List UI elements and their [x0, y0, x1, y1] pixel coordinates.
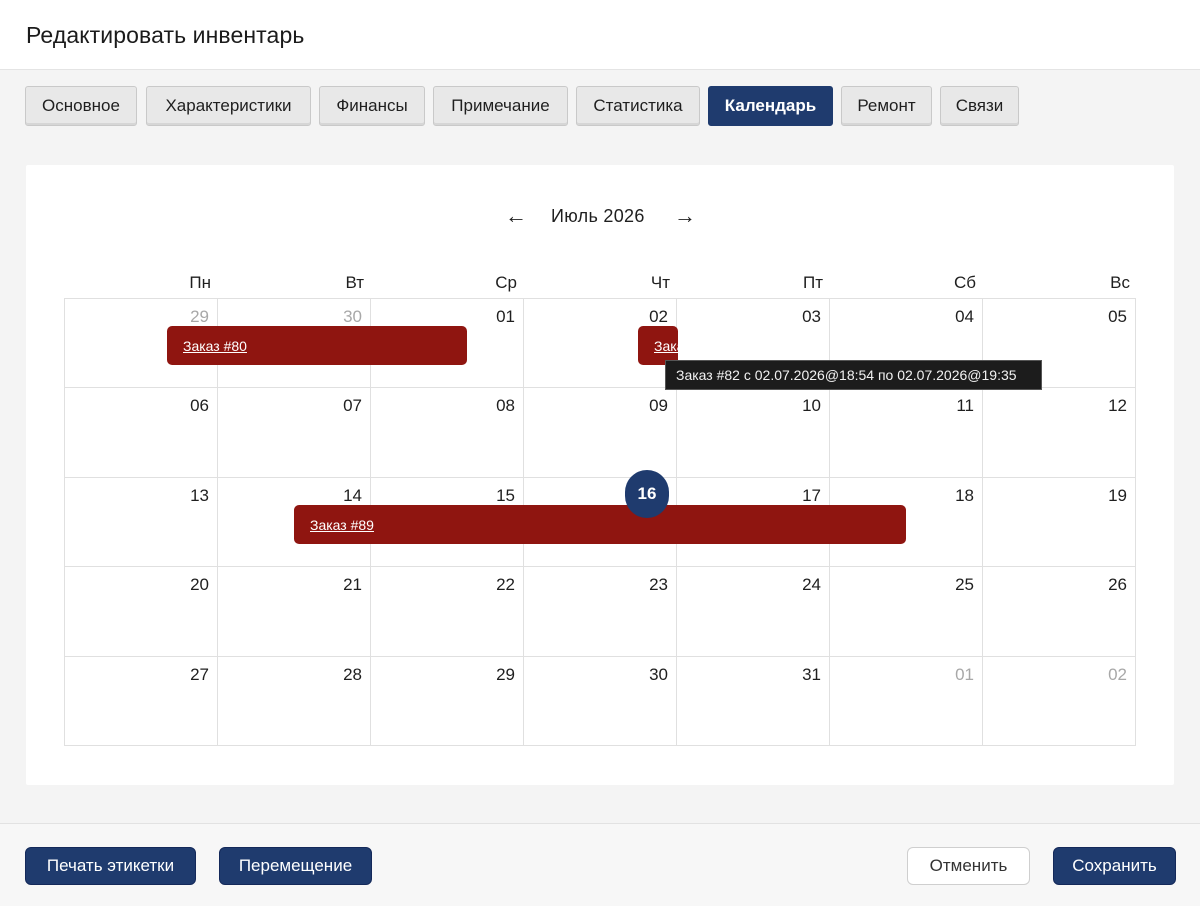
day-number: 17 — [802, 485, 821, 505]
calendar-day-cell[interactable]: 24 — [677, 567, 830, 657]
month-label: Июль 2026 — [551, 206, 645, 226]
tab-calendar[interactable]: Календарь — [708, 86, 833, 126]
day-number: 09 — [649, 396, 668, 416]
day-number: 22 — [496, 575, 515, 595]
tab-basic[interactable]: Основное — [25, 86, 137, 126]
calendar-day-cell[interactable]: 13 — [65, 477, 218, 568]
weekday-label: Сб — [953, 273, 976, 292]
calendar-day-cell[interactable]: 01 — [830, 656, 983, 746]
day-number: 18 — [955, 485, 974, 505]
day-number: 03 — [802, 307, 821, 326]
calendar-day-cell[interactable]: 23 — [524, 567, 677, 657]
day-number: 07 — [343, 396, 362, 416]
calendar-day-cell[interactable]: 31 — [677, 656, 830, 746]
day-number: 30 — [343, 307, 362, 326]
calendar-day-cell[interactable]: 26 — [983, 567, 1136, 657]
calendar-day-cell[interactable]: 19 — [983, 477, 1136, 568]
day-number: 24 — [802, 575, 821, 595]
weekday-label: Пт — [802, 273, 823, 292]
weekday-label: Вт — [345, 273, 364, 292]
calendar-day-cell[interactable]: 08 — [371, 388, 524, 478]
calendar-day-cell[interactable]: 11 — [830, 388, 983, 478]
move-button[interactable]: Перемещение — [219, 847, 372, 885]
calendar-day-cell[interactable]: 20 — [65, 567, 218, 657]
tab-statistics[interactable]: Статистика — [576, 86, 700, 126]
weekday-label: Пн — [189, 273, 211, 292]
calendar-day-cell[interactable]: 22 — [371, 567, 524, 657]
day-number: 21 — [343, 575, 362, 595]
day-number: 27 — [190, 664, 209, 684]
day-number: 04 — [955, 307, 974, 326]
calendar-day-cell[interactable]: 06 — [65, 388, 218, 478]
day-number: 02 — [649, 307, 668, 326]
prev-month-arrow-icon[interactable]: ← — [505, 202, 527, 230]
calendar-day-cell[interactable]: 07 — [218, 388, 371, 478]
day-number: 23 — [649, 575, 668, 595]
day-number: 06 — [190, 396, 209, 416]
day-number: 28 — [343, 664, 362, 684]
day-number: 10 — [802, 396, 821, 416]
calendar-day-cell[interactable]: 29 — [371, 656, 524, 746]
day-number: 29 — [496, 664, 515, 684]
print-label-button[interactable]: Печать этикетки — [25, 847, 196, 885]
calendar-day-cell[interactable]: 30 — [524, 656, 677, 746]
calendar-day-cell[interactable]: 27 — [65, 656, 218, 746]
tab-repair[interactable]: Ремонт — [841, 86, 932, 126]
event-order-80[interactable]: Заказ #80 — [167, 326, 467, 365]
day-number: 02 — [1108, 664, 1127, 684]
next-month-arrow-icon[interactable]: → — [674, 202, 696, 230]
tab-links[interactable]: Связи — [940, 86, 1019, 126]
dialog-title: Редактировать инвентарь — [26, 22, 305, 48]
day-number: 31 — [802, 664, 821, 684]
day-number: 01 — [955, 664, 974, 684]
dialog-header: Редактировать инвентарь — [0, 0, 1200, 70]
day-number: 12 — [1108, 396, 1127, 416]
day-number: 29 — [190, 307, 209, 326]
today-badge[interactable]: 16 — [625, 470, 669, 518]
day-number: 19 — [1108, 485, 1127, 505]
event-order-89[interactable]: Заказ #89 — [294, 505, 906, 544]
edit-inventory-dialog: Редактировать инвентарь Основное Характе… — [0, 0, 1200, 906]
calendar-day-cell[interactable]: 21 — [218, 567, 371, 657]
day-number: 15 — [496, 485, 515, 505]
day-number: 30 — [649, 664, 668, 684]
calendar-day-cell[interactable]: 25 — [830, 567, 983, 657]
day-number: 05 — [1108, 307, 1127, 326]
weekday-label: Ср — [495, 273, 517, 292]
tab-note[interactable]: Примечание — [433, 86, 568, 126]
day-number: 13 — [190, 485, 209, 505]
day-number: 01 — [496, 307, 515, 326]
day-number: 26 — [1108, 575, 1127, 595]
calendar-day-cell[interactable]: 28 — [218, 656, 371, 746]
tab-characteristics[interactable]: Характеристики — [146, 86, 311, 126]
month-navigation: ← Июль 2026 → — [0, 202, 1200, 232]
calendar-day-cell[interactable]: 02 — [983, 656, 1136, 746]
tab-finance[interactable]: Финансы — [319, 86, 425, 126]
day-number: 25 — [955, 575, 974, 595]
cancel-button[interactable]: Отменить — [907, 847, 1030, 885]
day-number: 14 — [343, 485, 362, 505]
day-number: 08 — [496, 396, 515, 416]
weekday-label: Вс — [1110, 273, 1130, 292]
day-number: 11 — [956, 396, 974, 416]
calendar-day-cell[interactable]: 10 — [677, 388, 830, 478]
calendar-day-cell[interactable]: 12 — [983, 388, 1136, 478]
save-button[interactable]: Сохранить — [1053, 847, 1176, 885]
day-number: 20 — [190, 575, 209, 595]
calendar-day-cell[interactable]: 09 — [524, 388, 677, 478]
weekday-label: Чт — [650, 273, 670, 292]
event-tooltip: Заказ #82 с 02.07.2026@18:54 по 02.07.20… — [665, 360, 1042, 390]
